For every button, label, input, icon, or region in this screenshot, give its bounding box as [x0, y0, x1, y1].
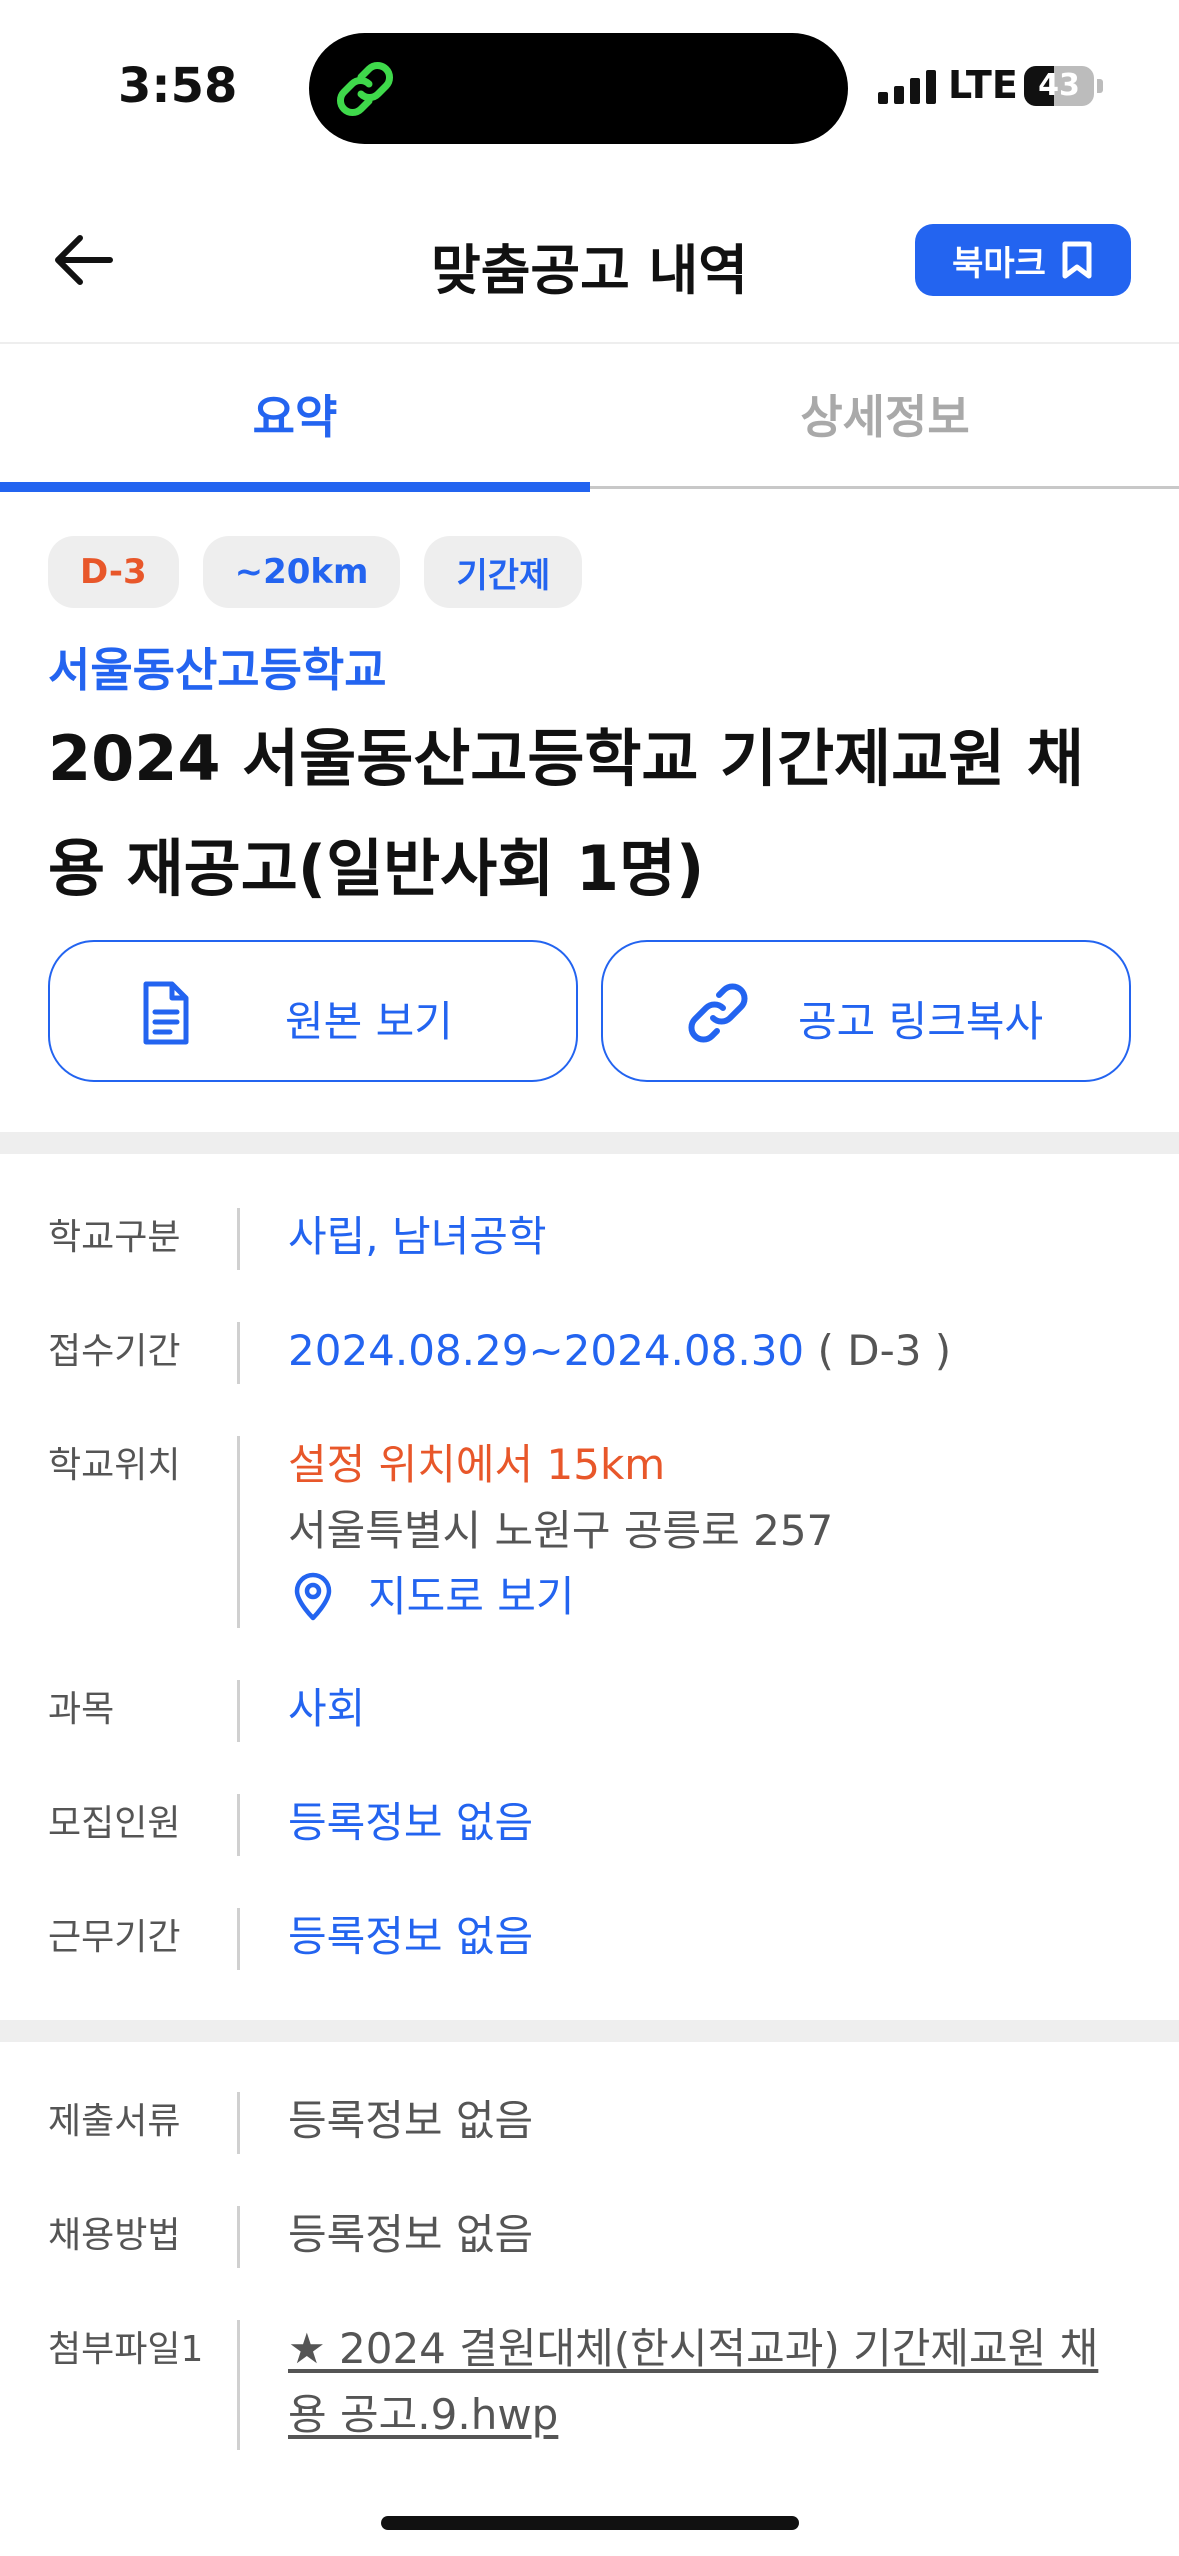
section-divider [0, 2020, 1179, 2042]
subject-value: 사회 [288, 1684, 366, 1733]
location-value: 설정 위치에서 15km 서울특별시 노원구 공릉로 257 지도로 보기 [288, 1432, 1128, 1630]
signal-icon [878, 68, 936, 104]
school-type-label: 학교구분 [48, 1217, 181, 1258]
school-name: 서울동산고등학교 [48, 643, 387, 697]
bookmark-label: 북마크 [952, 243, 1046, 284]
application-dates: 2024.08.29~2024.08.30 [288, 1326, 805, 1375]
recruit-count-value: 등록정보 없음 [288, 1798, 534, 1847]
network-type: LTE [948, 63, 1018, 107]
home-indicator [381, 2516, 799, 2530]
copy-link-label: 공고 링크복사 [798, 997, 1044, 1046]
posting-title: 2024 서울동산고등학교 기간제교원 채용 재공고(일반사회 1명) [48, 722, 1084, 905]
row-divider-bar [237, 1680, 240, 1742]
tab-summary[interactable]: 요약 [0, 344, 590, 484]
view-map-label: 지도로 보기 [368, 1572, 575, 1621]
tag-chips: D-3 ~20km 기간제 [48, 536, 583, 608]
location-address: 서울특별시 노원구 공릉로 257 [288, 1506, 834, 1555]
status-bar: 3:58 LTE 43 [0, 0, 1179, 180]
location-label: 학교위치 [48, 1445, 181, 1486]
row-divider-bar [237, 2206, 240, 2268]
subject-label: 과목 [48, 1689, 115, 1730]
application-dday: ( D-3 ) [804, 1326, 952, 1375]
tab-active-indicator [0, 482, 590, 492]
location-distance: 설정 위치에서 15km [288, 1440, 666, 1489]
status-time: 3:58 [118, 58, 238, 114]
copy-link-button[interactable]: 공고 링크복사 [601, 940, 1131, 1082]
distance-chip: ~20km [202, 536, 401, 608]
row-divider-bar [237, 1208, 240, 1270]
documents-value: 등록정보 없음 [288, 2096, 534, 2145]
tab-details[interactable]: 상세정보 [590, 344, 1179, 484]
application-period-label: 접수기간 [48, 1331, 181, 1372]
row-divider-bar [237, 2092, 240, 2154]
hiring-method-label: 채용방법 [48, 2215, 181, 2256]
tab-bar: 요약 상세정보 [0, 344, 1179, 492]
attachment-value: ★ 2024 결원대체(한시적교과) 기간제교원 채용 공고.9.hwp [288, 2316, 1118, 2448]
section-divider [0, 1132, 1179, 1154]
attachment-label: 첨부파일1 [48, 2329, 204, 2370]
document-icon [143, 981, 189, 1045]
dday-chip: D-3 [48, 536, 179, 608]
view-original-button[interactable]: 원본 보기 [48, 940, 578, 1082]
school-type-value: 사립, 남녀공학 [288, 1212, 547, 1261]
bookmark-button[interactable]: 북마크 [915, 224, 1131, 296]
view-original-label: 원본 보기 [285, 997, 453, 1046]
attachment-file-link[interactable]: ★ 2024 결원대체(한시적교과) 기간제교원 채용 공고.9.hwp [288, 2324, 1098, 2439]
bookmark-icon [1062, 241, 1092, 279]
hiring-method-value: 등록정보 없음 [288, 2210, 534, 2259]
map-pin-icon [294, 1572, 332, 1621]
view-map-link[interactable]: 지도로 보기 [288, 1564, 1128, 1630]
row-divider-bar [237, 1322, 240, 1384]
recruit-count-label: 모집인원 [48, 1803, 181, 1844]
work-period-value: 등록정보 없음 [288, 1912, 534, 1961]
application-period-value: 2024.08.29~2024.08.30 ( D-3 ) [288, 1318, 1128, 1384]
employment-type-chip: 기간제 [424, 536, 583, 608]
app-header: 맞춤공고 내역 북마크 [0, 200, 1179, 340]
battery-tip [1097, 79, 1103, 93]
row-divider-bar [237, 1794, 240, 1856]
battery-icon: 43 [1024, 66, 1094, 106]
row-divider-bar [237, 1908, 240, 1970]
work-period-label: 근무기간 [48, 1917, 181, 1958]
dynamic-island [309, 33, 848, 144]
row-divider-bar [237, 2320, 240, 2450]
link-icon [688, 983, 748, 1043]
documents-label: 제출서류 [48, 2101, 181, 2142]
row-divider-bar [237, 1436, 240, 1628]
link-app-icon [337, 62, 393, 116]
battery-percent: 43 [1038, 68, 1080, 103]
